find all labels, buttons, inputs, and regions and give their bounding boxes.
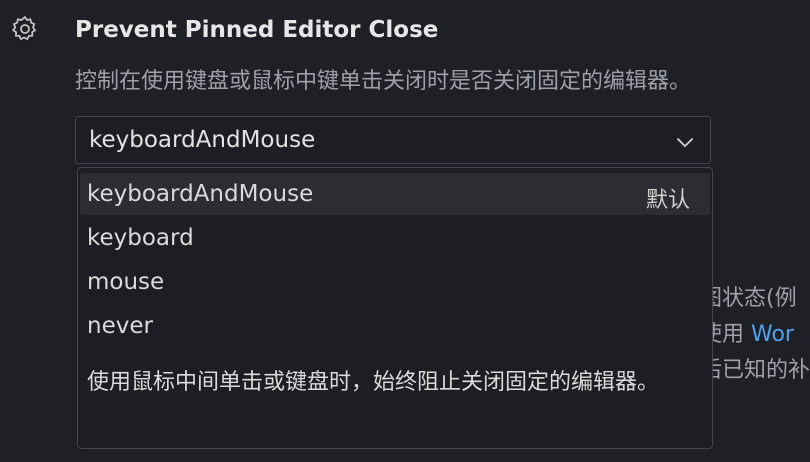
option-keyboard[interactable]: keyboard (80, 217, 710, 259)
option-label: keyboardAndMouse (87, 181, 314, 207)
background-setting-text: 图状态(例 (700, 286, 797, 311)
option-label: keyboard (87, 225, 194, 251)
setting-title: Prevent Pinned Editor Close (75, 17, 439, 43)
background-link[interactable]: Wor (751, 322, 794, 347)
option-keyboard-and-mouse[interactable]: keyboardAndMouse 默认 (80, 173, 710, 215)
select-current-value: keyboardAndMouse (89, 127, 316, 153)
background-setting-text: 使用 Wor (700, 316, 794, 348)
option-never[interactable]: never (80, 305, 710, 347)
option-description: 使用鼠标中间单击或键盘时，始终阻止关闭固定的编辑器。 (87, 370, 660, 395)
option-mouse[interactable]: mouse (80, 261, 710, 303)
option-label: mouse (87, 269, 165, 295)
default-badge: 默认 (645, 188, 690, 213)
prevent-pinned-editor-close-select[interactable]: keyboardAndMouse (75, 116, 711, 164)
chevron-down-icon (674, 131, 696, 153)
background-setting-text: 后已知的补 (700, 358, 810, 383)
gear-icon[interactable] (10, 14, 40, 44)
setting-description: 控制在使用键盘或鼠标中键单击关闭时是否关闭固定的编辑器。 (75, 69, 692, 94)
select-dropdown-list: keyboardAndMouse 默认 keyboard mouse never… (77, 167, 713, 449)
settings-editor: Prevent Pinned Editor Close 控制在使用键盘或鼠标中键… (0, 0, 810, 462)
option-label: never (87, 313, 153, 339)
